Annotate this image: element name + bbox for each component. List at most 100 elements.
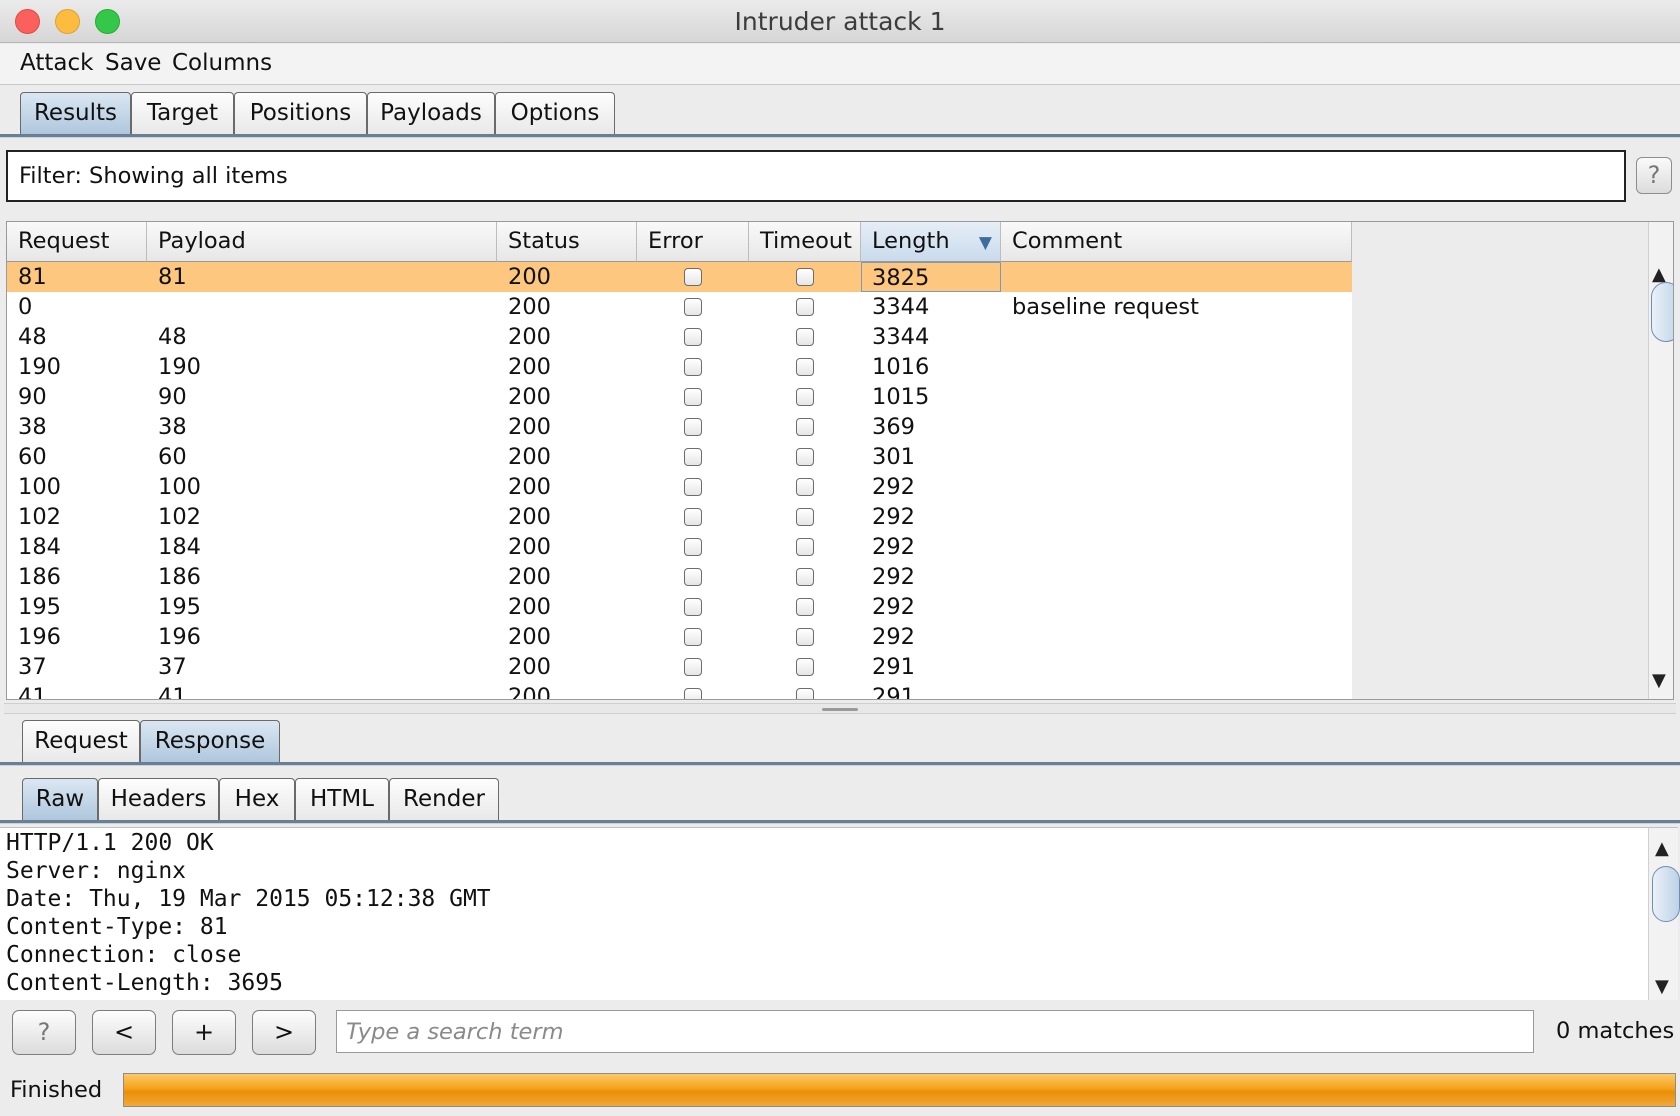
column-header-status[interactable]: Status [497,222,637,262]
tab-hex[interactable]: Hex [219,778,295,821]
timeout-checkbox[interactable] [796,658,814,676]
table-row[interactable]: 195 195 200 292 [7,592,1352,622]
tab-headers[interactable]: Headers [98,778,219,821]
timeout-checkbox[interactable] [796,628,814,646]
table-row[interactable]: 37 37 200 291 [7,652,1352,682]
previous-match-button[interactable]: < [92,1010,156,1055]
timeout-checkbox[interactable] [796,568,814,586]
response-line: Connection: close [6,942,242,968]
tab-payloads[interactable]: Payloads [367,92,495,135]
error-checkbox[interactable] [684,568,702,586]
error-checkbox[interactable] [684,628,702,646]
timeout-checkbox[interactable] [796,388,814,406]
timeout-checkbox[interactable] [796,418,814,436]
table-row[interactable]: 190 190 200 1016 [7,352,1352,382]
table-row[interactable]: 48 48 200 3344 [7,322,1352,352]
cell-payload: 81 [158,264,187,290]
table-row[interactable]: 102 102 200 292 [7,502,1352,532]
table-row[interactable]: 60 60 200 301 [7,442,1352,472]
filter-bar[interactable]: Filter: Showing all items [6,150,1626,202]
timeout-checkbox[interactable] [796,448,814,466]
table-row[interactable]: 196 196 200 292 [7,622,1352,652]
search-field[interactable] [336,1010,1534,1053]
error-checkbox[interactable] [684,358,702,376]
table-row[interactable]: 184 184 200 292 [7,532,1352,562]
tab-html[interactable]: HTML [295,778,389,821]
error-checkbox[interactable] [684,658,702,676]
table-scroll-thumb[interactable] [1651,282,1673,342]
filter-help-button[interactable]: ? [1636,157,1672,194]
scroll-up-icon[interactable]: ▲ [1655,838,1669,859]
table-row[interactable]: 38 38 200 369 [7,412,1352,442]
timeout-checkbox[interactable] [796,508,814,526]
timeout-checkbox[interactable] [796,298,814,316]
tab-raw[interactable]: Raw [22,778,98,821]
progress-fill [124,1074,1675,1106]
timeout-checkbox[interactable] [796,268,814,286]
table-row[interactable]: 0 200 3344 baseline request [7,292,1352,322]
table-row[interactable]: 186 186 200 292 [7,562,1352,592]
error-checkbox[interactable] [684,388,702,406]
tab-results[interactable]: Results [20,92,131,135]
tab-response[interactable]: Response [140,720,280,763]
tab-request[interactable]: Request [22,720,140,763]
column-header-length-label: Length [872,228,950,254]
column-header-length[interactable]: Length ▼ [861,222,1001,262]
view-tab-divider [0,820,1680,824]
error-checkbox[interactable] [684,478,702,496]
search-help-button[interactable]: ? [12,1010,76,1055]
error-checkbox[interactable] [684,448,702,466]
error-checkbox[interactable] [684,418,702,436]
response-line: HTTP/1.1 200 OK [6,830,214,856]
error-checkbox[interactable] [684,688,702,699]
error-checkbox[interactable] [684,328,702,346]
pane-splitter[interactable] [4,703,1676,714]
column-header-comment[interactable]: Comment [1001,222,1352,262]
table-row[interactable]: 81 81 200 3825 [7,262,1352,292]
timeout-checkbox[interactable] [796,478,814,496]
cell-length: 292 [872,504,915,530]
column-header-error[interactable]: Error [637,222,749,262]
error-checkbox[interactable] [684,508,702,526]
response-scrollbar[interactable]: ▲ ▼ [1648,827,1680,1000]
error-checkbox[interactable] [684,598,702,616]
error-checkbox[interactable] [684,538,702,556]
table-scrollbar[interactable]: ▲ ▼ [1648,222,1673,699]
search-input[interactable] [337,1011,1533,1052]
menu-attack[interactable]: Attack [20,50,93,76]
timeout-checkbox[interactable] [796,538,814,556]
cell-status: 200 [508,384,551,410]
timeout-checkbox[interactable] [796,358,814,376]
tab-divider [0,134,1680,138]
tab-render[interactable]: Render [389,778,499,821]
search-options-button[interactable]: + [172,1010,236,1055]
sort-descending-icon: ▼ [978,233,992,253]
cell-status: 200 [508,534,551,560]
menu-columns[interactable]: Columns [172,50,272,76]
response-scroll-thumb[interactable] [1652,866,1680,922]
column-header-request[interactable]: Request [7,222,147,262]
response-line: Server: nginx [6,858,187,884]
cell-request: 190 [18,354,61,380]
tab-options[interactable]: Options [495,92,615,135]
scroll-down-icon[interactable]: ▼ [1652,670,1666,691]
splitter-grip[interactable] [822,708,858,711]
error-checkbox[interactable] [684,268,702,286]
menu-save[interactable]: Save [105,50,161,76]
cell-payload: 184 [158,534,201,560]
cell-payload: 37 [158,654,187,680]
column-header-timeout[interactable]: Timeout [749,222,861,262]
timeout-checkbox[interactable] [796,598,814,616]
scroll-down-icon[interactable]: ▼ [1655,976,1669,997]
timeout-checkbox[interactable] [796,688,814,699]
response-body[interactable]: HTTP/1.1 200 OK Server: nginx Date: Thu,… [0,827,1648,1000]
next-match-button[interactable]: > [252,1010,316,1055]
tab-target[interactable]: Target [131,92,234,135]
timeout-checkbox[interactable] [796,328,814,346]
table-row[interactable]: 100 100 200 292 [7,472,1352,502]
table-row[interactable]: 90 90 200 1015 [7,382,1352,412]
error-checkbox[interactable] [684,298,702,316]
tab-positions[interactable]: Positions [234,92,367,135]
table-row[interactable]: 41 41 200 291 [7,682,1352,699]
column-header-payload[interactable]: Payload [147,222,497,262]
